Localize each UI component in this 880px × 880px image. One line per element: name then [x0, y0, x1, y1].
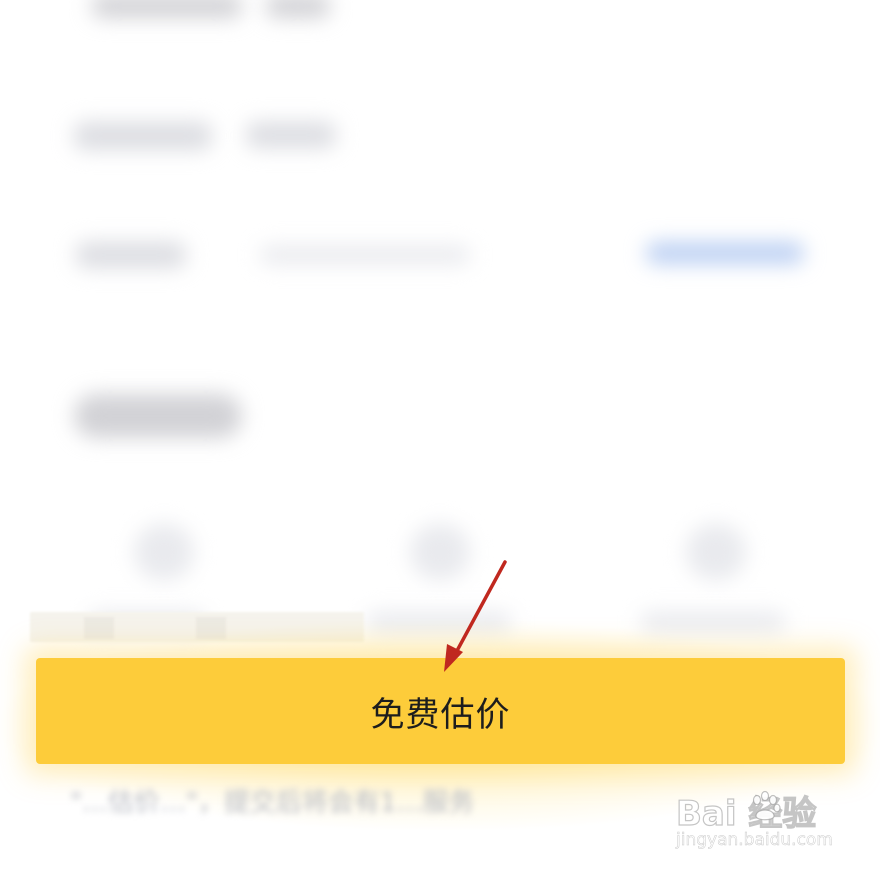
baidu-jingyan-watermark: Bai 经验 jingyan.baidu.com: [675, 786, 872, 866]
blurred-row-value: [246, 122, 336, 148]
blurred-heading-block: [92, 0, 242, 18]
blurred-step-icon: [686, 524, 746, 580]
mosaic-cell: [196, 617, 226, 639]
blurred-footnote: "…估价…"，提交后将会有1…服务: [70, 788, 475, 818]
free-estimate-button[interactable]: 免费估价: [36, 658, 845, 764]
free-estimate-button-label: 免费估价: [370, 694, 511, 735]
paw-icon: [752, 790, 781, 821]
blurred-step-label: [366, 612, 512, 632]
mosaic-cell: [84, 617, 114, 639]
blurred-step-icon: [134, 524, 194, 580]
blurred-row-label: [76, 242, 186, 268]
blurred-heading-block: [266, 0, 330, 18]
blurred-row-value: [260, 246, 470, 264]
blurred-row-label: [74, 122, 212, 150]
blurred-link[interactable]: [646, 242, 804, 264]
watermark-logo: Bai 经验: [675, 793, 817, 834]
blurred-section-title: [74, 394, 242, 438]
watermark-url: jingyan.baidu.com: [676, 830, 833, 851]
blurred-step-icon: [410, 524, 470, 580]
blurred-step-label: [640, 612, 786, 632]
